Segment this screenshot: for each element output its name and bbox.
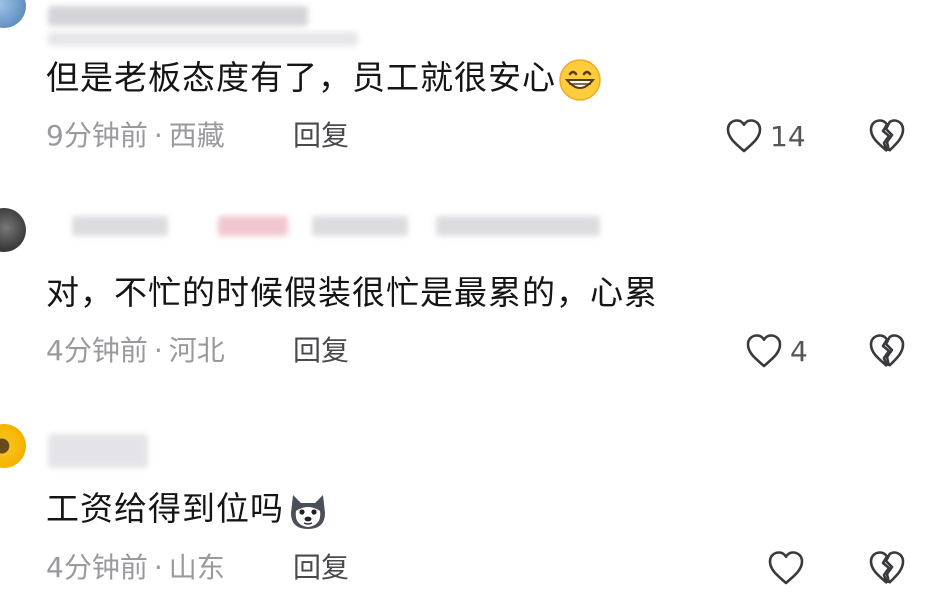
avatar[interactable] (0, 0, 26, 28)
like-button[interactable]: 14 (724, 116, 806, 156)
username-blurred[interactable] (48, 434, 148, 468)
husky-dog-emoji (291, 494, 325, 529)
like-count: 14 (770, 119, 806, 153)
comment-meta: 4分钟前 · 山东 (46, 550, 225, 586)
username-blurred (436, 216, 600, 236)
username-blurred (312, 216, 408, 236)
meta-separator: · (153, 551, 163, 584)
username-blurred[interactable] (48, 6, 308, 26)
meta-separator: · (153, 334, 163, 367)
username-blurred[interactable] (72, 216, 168, 236)
comment-text: 但是老板态度有了，员工就很安心 (46, 56, 602, 102)
avatar[interactable] (0, 208, 26, 252)
like-button[interactable] (766, 548, 812, 588)
broken-heart-icon[interactable] (866, 116, 908, 156)
comment-location: 西藏 (168, 119, 225, 152)
username-blurred (48, 32, 358, 46)
comment-time: 9分钟前 (46, 119, 148, 152)
grinning-face-emoji (559, 58, 601, 101)
comment-time: 4分钟前 (46, 551, 148, 584)
comment-text: 工资给得到位吗 (46, 487, 330, 533)
comment-time: 4分钟前 (46, 334, 148, 367)
heart-outline-icon (726, 119, 762, 153)
comment-location: 山东 (168, 551, 225, 584)
heart-outline-icon (768, 551, 804, 585)
comment-meta: 4分钟前 · 河北 (46, 333, 225, 369)
broken-heart-icon[interactable] (866, 331, 908, 371)
heart-outline-icon (746, 334, 782, 368)
broken-heart-icon[interactable] (866, 548, 908, 588)
meta-separator: · (153, 119, 163, 152)
comment-text: 对，不忙的时候假装很忙是最累的，心累 (46, 273, 658, 312)
comment-meta: 9分钟前 · 西藏 (46, 118, 225, 154)
reply-button[interactable]: 回复 (293, 333, 349, 369)
like-count: 4 (790, 334, 808, 368)
reply-button[interactable]: 回复 (293, 118, 349, 154)
avatar[interactable] (0, 424, 26, 468)
comment-location: 河北 (168, 334, 225, 367)
reply-button[interactable]: 回复 (293, 550, 349, 586)
username-blurred (218, 216, 288, 236)
like-button[interactable]: 4 (744, 331, 808, 371)
